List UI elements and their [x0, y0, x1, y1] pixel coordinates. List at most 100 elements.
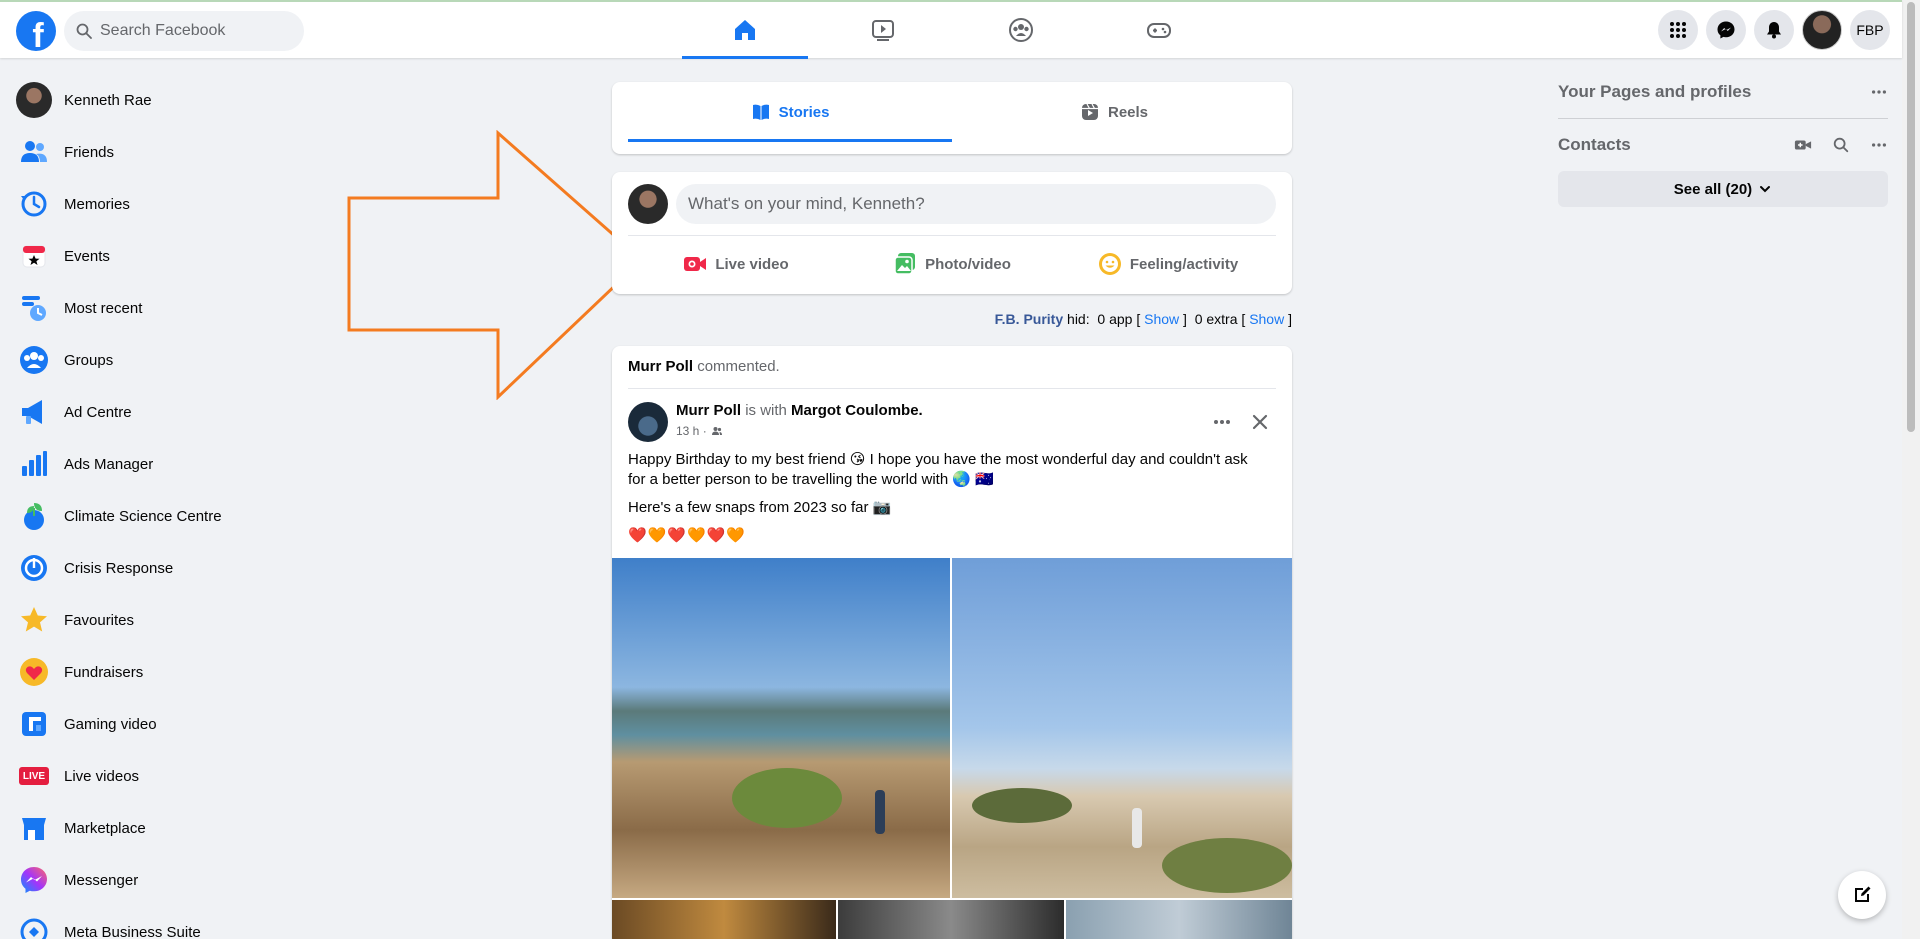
sidebar-item-business-suite[interactable]: Meta Business Suite	[8, 906, 338, 939]
sidebar-item-events[interactable]: Events	[8, 230, 338, 282]
left-sidebar: Kenneth Rae Friends Memories Events Most…	[8, 74, 338, 939]
extra-count: 0 extra [	[1194, 311, 1246, 327]
photo-video-button[interactable]: Photo/video	[844, 244, 1060, 284]
sidebar-item-label: Memories	[64, 195, 130, 213]
tab-groups[interactable]	[958, 2, 1084, 58]
timestamp-text[interactable]: 13 h ·	[676, 424, 707, 438]
post-photo[interactable]	[952, 558, 1292, 898]
post-photo[interactable]	[612, 558, 950, 898]
fbpurity-link[interactable]: F.B. Purity	[995, 311, 1063, 327]
fbp-button[interactable]: FBP	[1850, 10, 1890, 50]
live-video-button[interactable]: Live video	[628, 244, 844, 284]
ads-manager-icon	[16, 446, 52, 482]
sidebar-item-label: Marketplace	[64, 819, 146, 837]
author-name[interactable]: Murr Poll	[676, 402, 741, 419]
more-dots-icon[interactable]	[1870, 136, 1888, 154]
sidebar-item-label: Most recent	[64, 299, 143, 317]
sidebar-item-profile[interactable]: Kenneth Rae	[8, 74, 338, 126]
tab-watch[interactable]	[820, 2, 946, 58]
post-activity-header: Murr Poll commented.	[628, 358, 780, 375]
search-box[interactable]	[64, 11, 304, 51]
sidebar-item-label: Meta Business Suite	[64, 923, 201, 939]
notifications-button[interactable]	[1754, 10, 1794, 50]
live-badge: LIVE	[19, 767, 49, 785]
home-icon	[735, 20, 755, 40]
post-text-paragraph: Here's a few snaps from 2023 so far 📷	[628, 499, 892, 516]
sidebar-item-ad-centre[interactable]: Ad Centre	[8, 386, 338, 438]
events-icon	[16, 238, 52, 274]
facebook-logo[interactable]: f	[16, 11, 56, 51]
hid-label: hid:	[1067, 311, 1090, 327]
search-icon[interactable]	[1832, 136, 1850, 154]
action-label: Live video	[715, 255, 789, 273]
sidebar-item-crisis-response[interactable]: Crisis Response	[8, 542, 338, 594]
avatar[interactable]	[628, 184, 668, 224]
tab-stories[interactable]: Stories	[628, 82, 952, 142]
sidebar-item-label: Live videos	[64, 767, 140, 785]
sidebar-item-favourites[interactable]: Favourites	[8, 594, 338, 646]
show-app-link[interactable]: Show	[1144, 311, 1179, 327]
tab-home[interactable]	[682, 2, 808, 59]
sidebar-item-label: Events	[64, 247, 110, 265]
more-dots-icon[interactable]	[1870, 83, 1888, 101]
right-sidebar: Your Pages and profiles Contacts See all…	[1558, 74, 1888, 207]
post-options-button[interactable]	[1206, 406, 1238, 438]
app-count: 0 app [	[1097, 311, 1141, 327]
sidebar-item-memories[interactable]: Memories	[8, 178, 338, 230]
new-room-icon[interactable]	[1794, 136, 1812, 154]
messenger-icon	[16, 862, 52, 898]
tab-reels[interactable]: Reels	[952, 82, 1276, 142]
tab-gaming[interactable]	[1096, 2, 1222, 58]
action-label: Photo/video	[925, 255, 1011, 273]
divider	[1558, 118, 1888, 119]
climate-icon	[16, 498, 52, 534]
friends-audience-icon	[711, 427, 722, 435]
tab-label: Stories	[778, 103, 830, 121]
post-photo[interactable]	[838, 900, 1064, 939]
search-icon	[76, 23, 92, 39]
sidebar-item-fundraisers[interactable]: Fundraisers	[8, 646, 338, 698]
show-extra-link[interactable]: Show	[1249, 311, 1284, 327]
page-scrollbar[interactable]	[1902, 0, 1920, 939]
tab-label: Reels	[1107, 103, 1149, 121]
sidebar-item-label: Gaming video	[64, 715, 157, 733]
menu-button[interactable]	[1658, 10, 1698, 50]
sidebar-item-climate-science[interactable]: Climate Science Centre	[8, 490, 338, 542]
post-hide-button[interactable]	[1244, 406, 1276, 438]
composer-input[interactable]: What's on your mind, Kenneth?	[676, 184, 1276, 224]
sidebar-item-label: Ads Manager	[64, 455, 154, 473]
sidebar-item-friends[interactable]: Friends	[8, 126, 338, 178]
commenter-name[interactable]: Murr Poll	[628, 358, 693, 375]
sidebar-item-label: Groups	[64, 351, 114, 369]
divider	[628, 235, 1276, 236]
sidebar-item-groups[interactable]: Groups	[8, 334, 338, 386]
post-photo[interactable]	[1066, 900, 1292, 939]
account-avatar[interactable]	[1802, 10, 1842, 50]
sidebar-item-most-recent[interactable]: Most recent	[8, 282, 338, 334]
post-photo[interactable]	[612, 900, 836, 939]
new-message-button[interactable]	[1838, 871, 1886, 919]
feeling-activity-button[interactable]: Feeling/activity	[1060, 244, 1276, 284]
post-text-paragraph: Happy Birthday to my best friend 😘 I hop…	[628, 451, 1248, 488]
messenger-button[interactable]	[1706, 10, 1746, 50]
scrollbar-thumb[interactable]	[1907, 2, 1915, 432]
more-dots-icon	[1214, 420, 1230, 424]
contacts-title: Contacts	[1558, 135, 1631, 154]
sidebar-item-live-videos[interactable]: LIVE Live videos	[8, 750, 338, 802]
commented-text: commented.	[697, 358, 780, 375]
tagged-name[interactable]: Margot Coulombe.	[791, 402, 923, 419]
sidebar-item-ads-manager[interactable]: Ads Manager	[8, 438, 338, 490]
sidebar-item-marketplace[interactable]: Marketplace	[8, 802, 338, 854]
avatar[interactable]	[628, 402, 668, 442]
pages-actions	[1850, 83, 1888, 101]
ad-centre-icon	[16, 394, 52, 430]
gaming-icon	[1147, 23, 1171, 38]
action-label: Feeling/activity	[1129, 255, 1239, 273]
sidebar-item-gaming-video[interactable]: Gaming video	[8, 698, 338, 750]
sidebar-item-label: Climate Science Centre	[64, 507, 222, 525]
messenger-icon	[1717, 21, 1735, 39]
search-input[interactable]	[100, 22, 290, 40]
post-author-line: Murr Poll is with Margot Coulombe.	[676, 402, 923, 419]
sidebar-item-messenger[interactable]: Messenger	[8, 854, 338, 906]
see-all-contacts-button[interactable]: See all (20)	[1558, 171, 1888, 207]
